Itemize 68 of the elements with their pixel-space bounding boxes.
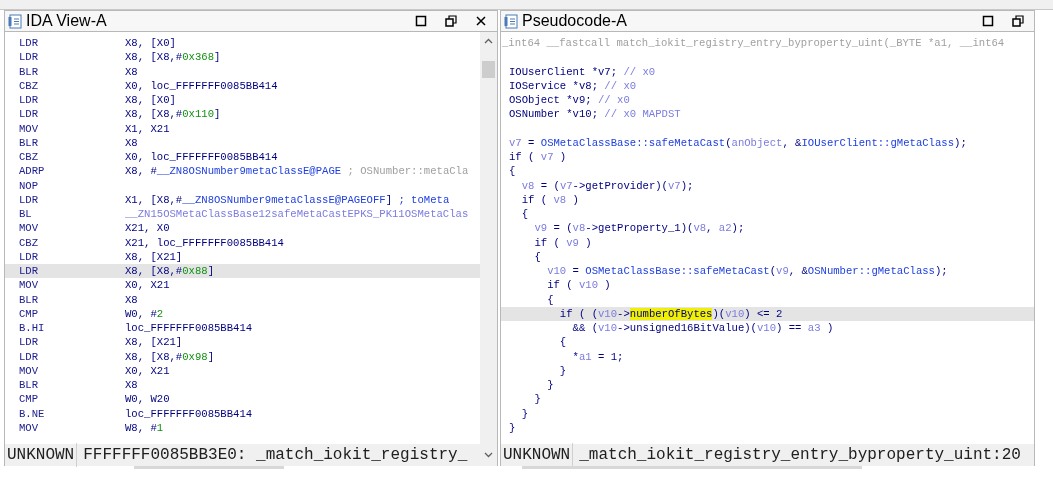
pane-title: Pseudocode-A <box>522 11 628 31</box>
code-line: CMP W0, W20 <box>18 392 171 407</box>
code-line: BLR X8 <box>18 64 139 79</box>
code-line: if ( v7 ) <box>508 150 568 165</box>
code-line: B.HI loc_FFFFFFF0085BB414 <box>18 321 254 336</box>
code-line: MOV X21, X0 <box>18 221 171 236</box>
code-line: CBZ X0, loc_FFFFFFF0085BB414 <box>18 150 279 165</box>
code-line: MOV X0, X21 <box>18 363 171 378</box>
code-line: } <box>520 406 530 421</box>
code-line: IOService *v8; // x0 <box>508 78 638 93</box>
restore-icon[interactable] <box>1012 15 1024 27</box>
code-line: CBZ X0, loc_FFFFFFF0085BB414 <box>18 78 279 93</box>
code-line: LDR X8, [X8,#0x98] <box>18 349 215 364</box>
code-line: NOP <box>18 178 40 193</box>
code-line: if ( v10 ) <box>546 278 612 293</box>
code-line: { <box>520 207 530 222</box>
code-line: LDR X8, [X8,#0x110] <box>18 107 222 122</box>
code-line: && (v10->unsigned16BitValue)(v10) == a3 ) <box>571 321 835 336</box>
code-line: IOUserClient *v7; // x0 <box>508 64 657 79</box>
code-line: OSNumber *v10; // x0 MAPDST <box>508 107 682 122</box>
scroll-up-icon[interactable] <box>484 38 493 44</box>
code-line: OSObject *v9; // x0 <box>508 93 631 108</box>
maximize-icon[interactable] <box>982 15 994 27</box>
code-line: } <box>533 392 542 407</box>
scrollbar-thumb[interactable] <box>482 61 495 78</box>
code-line: } <box>546 378 555 393</box>
restore-icon[interactable] <box>445 15 457 27</box>
code-line: CMP W0, #2 <box>18 306 165 321</box>
pane-title: IDA View-A <box>26 11 108 31</box>
code-line: { <box>533 249 542 264</box>
code-line: MOV X0, X21 <box>18 278 171 293</box>
code-line: BLR X8 <box>18 378 139 393</box>
code-line: LDR X8, [X8,#0x368] <box>18 50 222 65</box>
document-icon <box>504 13 518 29</box>
code-line: { <box>546 292 555 307</box>
code-line: } <box>508 420 517 435</box>
code-line: LDR X8, [X21] <box>18 335 184 350</box>
code-line: ADRP X8, #__ZN8OSNumber9metaClassE@PAGE ; OSNumber::metaCla <box>18 164 470 179</box>
close-icon[interactable] <box>475 15 487 27</box>
status-location: _match_iokit_registry_entry_byproperty_uint:20 <box>578 445 1022 466</box>
code-line: MOV X1, X21 <box>18 121 171 136</box>
code-line: } <box>558 363 568 378</box>
maximize-icon[interactable] <box>415 15 427 27</box>
code-line: CBZ X21, loc_FFFFFFF0085BB414 <box>18 235 285 250</box>
status-mode: UNKNOWN <box>5 443 78 467</box>
code-line: *a1 = 1; <box>571 349 625 364</box>
code-line: { <box>558 335 568 350</box>
code-line: v9 = (v8->getProperty_1)(v8, a2); <box>533 221 746 236</box>
code-line: B.NE loc_FFFFFFF0085BB414 <box>18 406 254 421</box>
code-line: if ( v8 ) <box>520 192 580 207</box>
document-icon <box>8 13 22 29</box>
code-line: if ( v9 ) <box>533 235 593 250</box>
code-line: MOV W8, #1 <box>18 420 165 435</box>
code-line: LDR X8, [X21] <box>18 249 184 264</box>
code-line: v7 = OSMetaClassBase::safeMetaCast(anObject, &IOUserClient::gMetaClass); <box>508 135 968 150</box>
scroll-down-icon[interactable] <box>484 452 493 458</box>
code-line: _int64 __fastcall match_iokit_registry_entry_byproperty_uint(_BYTE *a1, __int64 <box>501 36 1006 51</box>
code-line: BLR X8 <box>18 135 139 150</box>
code-line: LDR X8, [X0] <box>18 36 177 51</box>
code-line: LDR X8, [X0] <box>18 93 177 108</box>
code-line: LDR X1, [X8,#__ZN8OSNumber9metaClassE@PAGEOFF] ; toMeta <box>18 192 451 207</box>
code-line: v8 = (v7->getProvider)(v7); <box>520 178 695 193</box>
status-location: FFFFFFF0085BB3E0: _match_iokit_registry_ <box>82 445 469 466</box>
code-line: BL __ZN15OSMetaClassBase12safeMetaCastEPKS_PK11OSMetaClas <box>18 207 470 222</box>
code-line: { <box>508 164 517 179</box>
vertical-scrollbar[interactable] <box>480 32 497 444</box>
code-line: v10 = OSMetaClassBase::safeMetaCast(v9, &OSNumber::gMetaClass); <box>546 264 949 279</box>
code-line: BLR X8 <box>18 292 139 307</box>
